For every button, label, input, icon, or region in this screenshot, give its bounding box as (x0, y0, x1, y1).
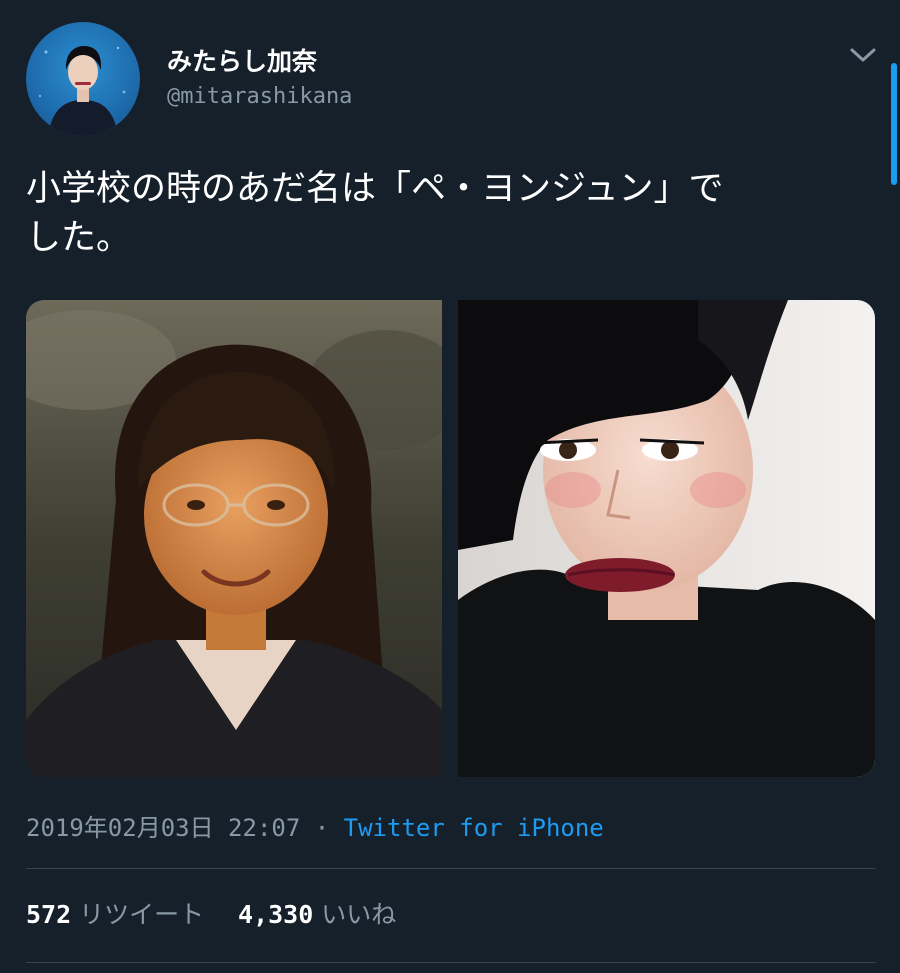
tweet-text-line: 小学校の時のあだ名は「ペ・ヨンジュン」で (26, 169, 724, 209)
tweet-photo-left[interactable] (26, 300, 442, 777)
tweet-source-link[interactable]: Twitter for iPhone (344, 814, 604, 842)
author-handle[interactable]: @mitarashikana (167, 84, 352, 109)
tweet-text-line: した。 (26, 218, 132, 258)
retweets-stat[interactable]: 572 リツイート (26, 895, 204, 931)
retweets-count: 572 (26, 900, 72, 929)
tweet-photo-right[interactable] (458, 300, 875, 777)
divider (26, 868, 876, 869)
tweet-text: 小学校の時のあだ名は「ペ・ヨンジュン」で した。 (26, 165, 876, 263)
tweet-metadata: 2019年02月03日 22:07 · Twitter for iPhone (26, 808, 604, 843)
retweets-label: リツイート (79, 900, 205, 929)
meta-separator: · (314, 814, 330, 842)
likes-label: いいね (321, 900, 397, 929)
tweet-timestamp[interactable]: 2019年02月03日 22:07 (26, 814, 300, 842)
author-avatar[interactable] (26, 22, 140, 136)
chevron-down-icon[interactable] (848, 42, 878, 66)
scroll-indicator (891, 63, 897, 185)
likes-stat[interactable]: 4,330 いいね (238, 895, 396, 931)
divider (26, 962, 876, 963)
likes-count: 4,330 (238, 900, 314, 929)
tweet-stats: 572 リツイート 4,330 いいね (26, 895, 396, 931)
author-display-name[interactable]: みたらし加奈 (167, 42, 317, 78)
